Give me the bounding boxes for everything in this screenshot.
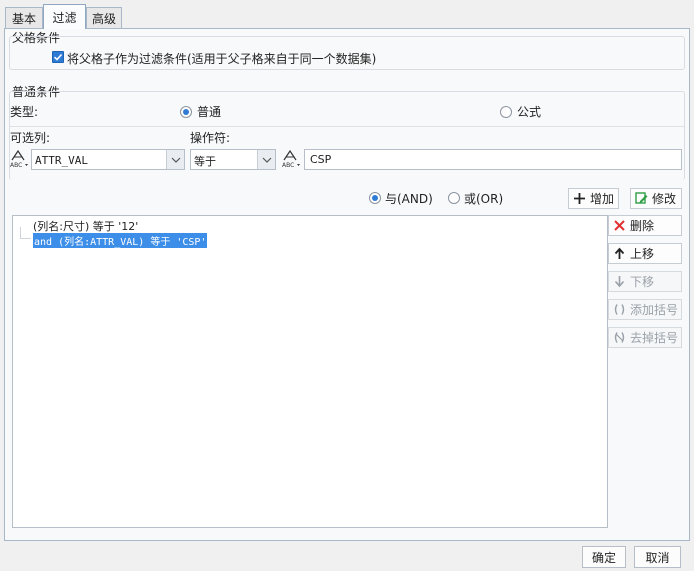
condition-row-text: (列名:尺寸) 等于 '12' bbox=[33, 220, 139, 233]
delete-button-label: 删除 bbox=[630, 219, 655, 233]
cancel-button-label: 取消 bbox=[645, 550, 670, 565]
and-label: 与(AND) bbox=[385, 192, 433, 206]
arrow-up-icon bbox=[614, 247, 625, 259]
or-radio[interactable] bbox=[448, 192, 460, 204]
column-select-value: ATTR_VAL bbox=[35, 154, 88, 167]
tab-basic[interactable]: 基本 bbox=[5, 7, 43, 29]
chevron-down-icon[interactable] bbox=[257, 150, 275, 169]
remove-bracket-button-label: 去掉括号 bbox=[630, 331, 679, 345]
move-up-button[interactable]: 上移 bbox=[608, 243, 682, 264]
parent-filter-checkbox-label: 将父格子作为过滤条件(适用于父子格来自于同一个数据集) bbox=[67, 52, 377, 66]
value-input[interactable]: CSP bbox=[304, 149, 682, 170]
add-button[interactable]: 增加 bbox=[568, 188, 619, 209]
cancel-button[interactable]: 取消 bbox=[634, 546, 681, 568]
tab-basic-label: 基本 bbox=[11, 12, 36, 26]
modify-button[interactable]: 修改 bbox=[630, 188, 682, 209]
remove-bracket-icon bbox=[614, 332, 625, 343]
type-formula-label: 公式 bbox=[517, 105, 542, 119]
type-label: 类型: bbox=[10, 105, 39, 119]
delete-icon bbox=[614, 220, 625, 231]
string-type-icon[interactable]: ABC bbox=[9, 150, 29, 168]
tab-advanced[interactable]: 高级 bbox=[86, 7, 122, 29]
type-formula-radio[interactable] bbox=[500, 106, 512, 118]
delete-button[interactable]: 删除 bbox=[608, 215, 682, 236]
tree-connector bbox=[20, 227, 31, 239]
check-icon bbox=[53, 53, 63, 61]
svg-text:ABC: ABC bbox=[282, 162, 294, 168]
column-label: 可选列: bbox=[10, 131, 51, 145]
move-down-button[interactable]: 下移 bbox=[608, 271, 682, 292]
move-up-button-label: 上移 bbox=[630, 247, 655, 261]
tab-advanced-label: 高级 bbox=[91, 12, 116, 26]
add-bracket-button-label: 添加括号 bbox=[630, 303, 679, 317]
add-button-label: 增加 bbox=[590, 192, 615, 206]
add-bracket-button[interactable]: 添加括号 bbox=[608, 299, 682, 320]
and-radio[interactable] bbox=[369, 192, 381, 204]
tab-filter[interactable]: 过滤 bbox=[43, 4, 86, 29]
svg-text:ABC: ABC bbox=[10, 162, 22, 168]
condition-row-text: and (列名:ATTR_VAL) 等于 'CSP' bbox=[34, 237, 207, 248]
operator-label: 操作符: bbox=[190, 131, 231, 145]
parent-filter-checkbox[interactable] bbox=[52, 51, 64, 63]
or-label: 或(OR) bbox=[464, 192, 504, 206]
divider bbox=[10, 126, 684, 127]
operator-select-value: 等于 bbox=[194, 155, 216, 168]
modify-button-label: 修改 bbox=[652, 192, 677, 206]
ok-button-label: 确定 bbox=[591, 550, 616, 565]
move-down-button-label: 下移 bbox=[630, 275, 655, 289]
type-normal-radio[interactable] bbox=[180, 106, 192, 118]
type-normal-label: 普通 bbox=[197, 105, 222, 119]
condition-list[interactable]: (列名:尺寸) 等于 '12' and (列名:ATTR_VAL) 等于 'CS… bbox=[12, 215, 608, 528]
bracket-icon bbox=[614, 304, 625, 315]
value-input-text: CSP bbox=[310, 153, 332, 166]
value-type-icon[interactable]: ABC bbox=[281, 150, 301, 168]
operator-select[interactable]: 等于 bbox=[190, 149, 276, 170]
chevron-down-icon[interactable] bbox=[166, 150, 184, 169]
condition-row[interactable]: (列名:尺寸) 等于 '12' bbox=[33, 218, 138, 234]
condition-row-selected[interactable]: and (列名:ATTR_VAL) 等于 'CSP' bbox=[33, 233, 208, 248]
ok-button[interactable]: 确定 bbox=[582, 546, 626, 568]
remove-bracket-button[interactable]: 去掉括号 bbox=[608, 327, 682, 348]
tab-filter-label: 过滤 bbox=[52, 10, 77, 25]
edit-icon bbox=[635, 192, 648, 204]
plus-icon bbox=[574, 193, 585, 204]
arrow-down-icon bbox=[614, 276, 625, 288]
column-select[interactable]: ATTR_VAL bbox=[31, 149, 185, 170]
